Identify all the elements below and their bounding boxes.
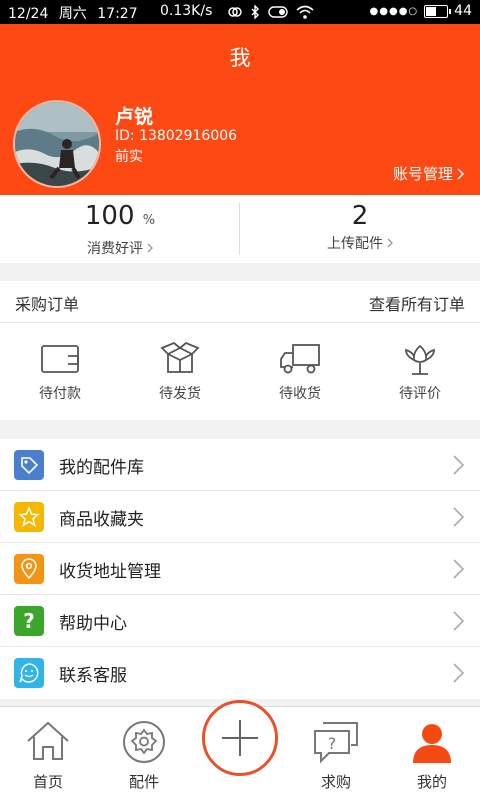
sync-icon (228, 7, 242, 17)
status-weekday: 周六 (58, 6, 87, 22)
order-pending-receipt-label: 待收货 (279, 386, 321, 402)
status-time: 17:27 (97, 6, 138, 22)
svg-text:?: ? (328, 734, 337, 753)
menu-item-help[interactable]: ? 帮助中心 (0, 595, 480, 647)
chevron-right-icon (387, 238, 393, 248)
view-all-orders-link[interactable]: 查看所有订单 (369, 291, 465, 315)
menu-item-label: 联系客服 (59, 666, 127, 686)
menu-item-label: 收货地址管理 (59, 562, 161, 582)
order-pending-shipment-label: 待发货 (159, 386, 201, 402)
battery-level (426, 6, 436, 16)
stat-rating-unit: % (142, 213, 156, 228)
tab-mine[interactable]: 我的 (384, 707, 480, 801)
order-pending-review[interactable]: 待评价 (360, 323, 480, 420)
truck-icon (280, 344, 320, 374)
account-management-label: 账号管理 (392, 165, 453, 183)
package-icon (160, 342, 200, 373)
order-pending-receipt[interactable]: 待收货 (240, 323, 360, 420)
chevron-right-icon (453, 663, 464, 683)
status-date-time: 12/24 周六 17:27 (8, 3, 138, 23)
order-pending-shipment[interactable]: 待发货 (120, 323, 240, 420)
tab-mine-label: 我的 (416, 773, 447, 791)
home-icon (27, 721, 69, 760)
tab-wanted-label: 求购 (320, 773, 351, 791)
tag-icon (14, 450, 44, 480)
menu-item-favorites[interactable]: 商品收藏夹 (0, 491, 480, 543)
location-pin-icon (14, 554, 44, 584)
purchase-orders-title: 采购订单 (15, 295, 80, 314)
stat-rating[interactable]: 100 % 消费好评 (0, 195, 240, 263)
battery-icon (424, 4, 452, 18)
user-id: ID: 13802916006 (115, 128, 238, 144)
chevron-right-icon (147, 243, 153, 253)
star-icon (14, 502, 44, 532)
tab-wanted[interactable]: ? 求购 (288, 707, 384, 801)
menu-item-label: 商品收藏夹 (59, 510, 144, 530)
account-management-link[interactable]: 账号管理 (393, 163, 464, 184)
gear-icon (123, 721, 165, 763)
question-icon: ? (14, 606, 44, 636)
order-pending-payment[interactable]: 待付款 (0, 323, 120, 420)
bluetooth-icon (251, 5, 259, 19)
stats-bar: 100 % 消费好评 2 上传配件 (0, 195, 480, 263)
menu-item-address[interactable]: 收货地址管理 (0, 543, 480, 595)
tab-parts-label: 配件 (128, 773, 159, 791)
purchase-orders-header: 采购订单 查看所有订单 (0, 281, 480, 323)
chevron-right-icon (453, 507, 464, 527)
smiley-chat-icon (14, 658, 44, 688)
menu-item-label: 我的配件库 (59, 458, 144, 478)
user-name: 卢锐 (115, 106, 154, 128)
avatar[interactable] (13, 100, 101, 188)
question-bubble-icon: ? (314, 722, 358, 763)
tab-parts[interactable]: 配件 (96, 707, 192, 801)
order-pending-review-label: 待评价 (399, 386, 441, 402)
menu-item-my-parts[interactable]: 我的配件库 (0, 439, 480, 491)
chevron-right-icon (457, 167, 464, 180)
menu-item-customer-service[interactable]: 联系客服 (0, 647, 480, 699)
order-status-row: 待付款 待发货 待收货 待评价 (0, 323, 480, 420)
profile-header: 我 卢锐 ID: 13802916006 前实 账号管理 (0, 24, 480, 195)
toggle-icon (268, 6, 288, 18)
wifi-icon (296, 5, 314, 19)
stat-uploads-value: 2 (351, 201, 369, 231)
status-icons (228, 5, 314, 19)
order-pending-payment-label: 待付款 (39, 386, 81, 402)
stat-rating-value: 100 (84, 201, 135, 231)
flower-icon (405, 344, 435, 375)
status-bar: 12/24 周六 17:27 0.13K/s ●●●●○ 44 (0, 0, 480, 24)
plus-icon (222, 720, 258, 756)
chevron-right-icon (453, 559, 464, 579)
page-title: 我 (229, 46, 251, 70)
menu-list: 我的配件库 商品收藏夹 收货地址管理 ? 帮助中心 联系客服 (0, 439, 480, 699)
chevron-right-icon (453, 611, 464, 631)
wallet-icon (41, 345, 79, 373)
tab-home[interactable]: 首页 (0, 707, 96, 801)
status-right: ●●●●○ 44 (370, 3, 472, 19)
stat-uploads-label: 上传配件 (327, 236, 383, 252)
menu-item-label: 帮助中心 (59, 614, 127, 634)
status-speed: 0.13K/s (160, 3, 213, 19)
user-icon (413, 724, 451, 763)
status-date: 12/24 (8, 6, 49, 22)
stat-uploads[interactable]: 2 上传配件 (240, 195, 480, 263)
user-level: 前实 (115, 149, 143, 165)
avatar-photo (15, 102, 99, 186)
chevron-right-icon (453, 455, 464, 475)
publish-plus-button[interactable] (202, 700, 278, 776)
signal-icon: ●●●●○ (369, 5, 419, 17)
stat-rating-label: 消费好评 (87, 241, 143, 257)
tab-home-label: 首页 (32, 773, 63, 791)
battery-text: 44 (454, 3, 472, 19)
